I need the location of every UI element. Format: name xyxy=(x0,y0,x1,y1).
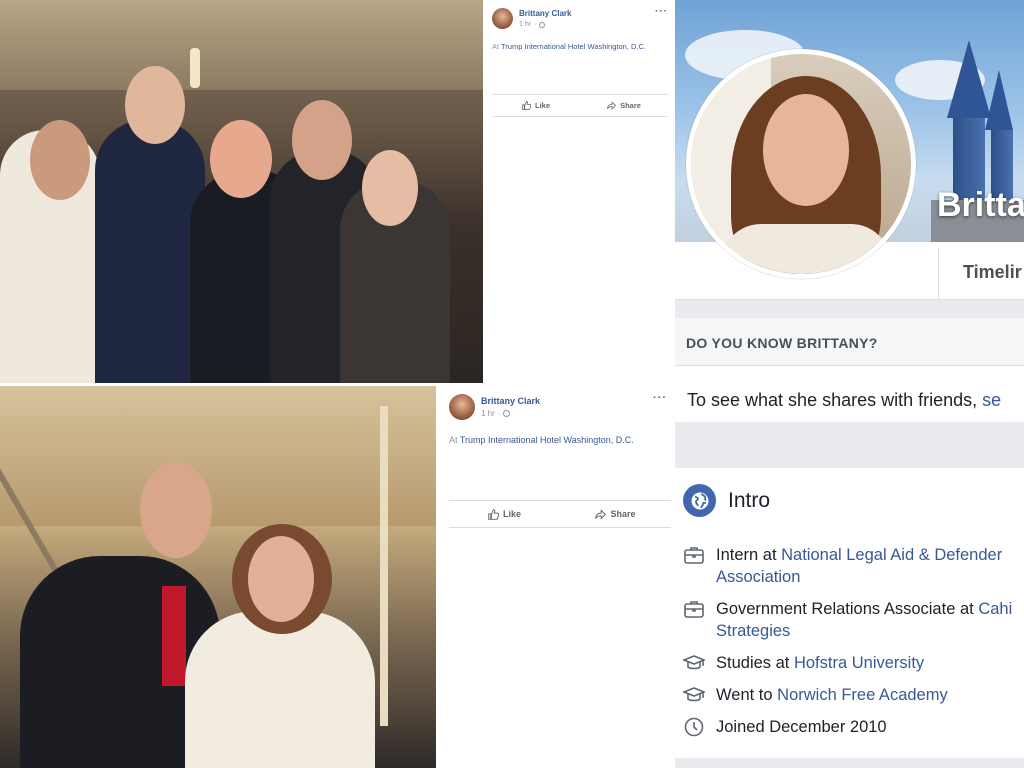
know-title: DO YOU KNOW BRITTANY? xyxy=(686,335,878,351)
atrium-ceiling xyxy=(0,386,436,526)
employer-link[interactable]: Strategies xyxy=(716,622,790,640)
face xyxy=(292,100,352,180)
person-silhouette xyxy=(185,611,375,768)
post-card: Brittany Clark 1 hr · ··· At Trump Inter… xyxy=(484,0,674,384)
intro-text: Government Relations Associate at Cahi S… xyxy=(716,598,1012,642)
joined-date: Joined December 2010 xyxy=(716,718,887,736)
post-location: At Trump International Hotel Washington,… xyxy=(449,435,634,445)
tie xyxy=(162,586,186,686)
intro-item-education: Studies at Hofstra University xyxy=(683,652,924,674)
face xyxy=(140,462,212,558)
know-link[interactable]: se xyxy=(982,390,1001,410)
castle-spire xyxy=(985,70,1013,130)
know-person-box: DO YOU KNOW BRITTANY? To see what she sh… xyxy=(675,318,1024,422)
tab-divider xyxy=(938,248,939,300)
briefcase-icon xyxy=(683,544,705,566)
face xyxy=(763,94,849,206)
like-label: Like xyxy=(534,101,550,110)
share-button[interactable]: Share xyxy=(580,95,668,116)
post-actions: Like Share xyxy=(492,94,668,117)
location-link[interactable]: Trump International Hotel Washington, D.… xyxy=(460,435,634,445)
like-button[interactable]: Like xyxy=(449,501,560,527)
graduation-cap-icon xyxy=(683,684,705,706)
author-avatar[interactable] xyxy=(492,8,513,29)
intro-item-education: Went to Norwich Free Academy xyxy=(683,684,948,706)
employer-link[interactable]: Cahi xyxy=(978,600,1012,618)
like-button[interactable]: Like xyxy=(492,95,580,116)
know-header: DO YOU KNOW BRITTANY? xyxy=(675,318,1024,366)
profile-picture[interactable] xyxy=(686,49,916,279)
share-label: Share xyxy=(620,101,641,110)
employer-link[interactable]: Association xyxy=(716,568,800,586)
post-header: Brittany Clark 1 hr · xyxy=(492,8,571,29)
know-description: To see what she shares with friends, xyxy=(687,390,983,410)
location-prefix: At xyxy=(449,435,460,445)
intro-text: Joined December 2010 xyxy=(716,716,887,738)
more-options-icon[interactable]: ··· xyxy=(653,392,667,404)
post-time[interactable]: 1 hr xyxy=(519,21,531,28)
column xyxy=(380,406,388,726)
intro-card: Intro Intern at National Legal Aid & Def… xyxy=(675,468,1024,758)
globe-icon xyxy=(683,484,716,517)
thumbs-up-icon xyxy=(488,508,499,520)
intro-prefix: Studies at xyxy=(716,654,794,672)
thumbs-up-icon xyxy=(522,101,531,110)
tab-timeline[interactable]: Timelir xyxy=(963,262,1022,283)
post-location: At Trump International Hotel Washington,… xyxy=(492,42,646,51)
globe-icon xyxy=(539,21,546,28)
profile-name[interactable]: Brittar xyxy=(937,186,1024,225)
share-label: Share xyxy=(610,509,636,519)
briefcase-icon xyxy=(683,598,705,620)
face xyxy=(30,120,90,200)
author-name[interactable]: Brittany Clark xyxy=(481,396,540,406)
face xyxy=(210,120,272,198)
location-prefix: At xyxy=(492,42,502,51)
share-button[interactable]: Share xyxy=(560,501,671,527)
school-link[interactable]: Hofstra University xyxy=(794,654,924,672)
globe-icon xyxy=(503,410,511,417)
employer-link[interactable]: National Legal Aid & Defender xyxy=(781,546,1002,564)
share-arrow-icon xyxy=(595,508,607,520)
share-arrow-icon xyxy=(607,101,617,110)
author-avatar[interactable] xyxy=(449,394,475,420)
intro-text: Intern at National Legal Aid & Defender … xyxy=(716,544,1002,588)
like-label: Like xyxy=(502,509,521,519)
profile-photo xyxy=(691,54,911,274)
intro-prefix: Government Relations Associate at xyxy=(716,600,979,618)
intro-title: Intro xyxy=(728,489,771,512)
intro-item-joined: Joined December 2010 xyxy=(683,716,887,738)
post-meta: 1 hr · xyxy=(519,21,571,28)
intro-text: Studies at Hofstra University xyxy=(716,652,924,674)
intro-prefix: Went to xyxy=(716,686,778,704)
sweater xyxy=(721,224,891,274)
post-actions: Like Share xyxy=(449,500,671,528)
person-silhouette xyxy=(95,120,205,383)
school-link[interactable]: Norwich Free Academy xyxy=(777,686,948,704)
lamp xyxy=(190,48,200,88)
couple-photo[interactable] xyxy=(0,386,436,768)
profile-panel: Brittar Timelir DO YOU KNOW BRITTANY? To… xyxy=(675,0,1024,768)
face xyxy=(125,66,185,144)
intro-text: Went to Norwich Free Academy xyxy=(716,684,948,706)
more-options-icon[interactable]: ··· xyxy=(655,6,668,17)
graduation-cap-icon xyxy=(683,652,705,674)
post-card: Brittany Clark 1 hr · ··· At Trump Inter… xyxy=(437,386,673,768)
intro-item-work: Government Relations Associate at Cahi S… xyxy=(683,598,1012,642)
face xyxy=(248,536,314,622)
location-link[interactable]: Trump International Hotel Washington, D.… xyxy=(501,42,646,51)
group-photo[interactable] xyxy=(0,0,483,383)
author-name[interactable]: Brittany Clark xyxy=(519,9,571,18)
post-header: Brittany Clark 1 hr · xyxy=(449,394,540,420)
post-meta: 1 hr · xyxy=(481,409,540,418)
lobby-ceiling xyxy=(0,0,483,90)
post-time[interactable]: 1 hr xyxy=(481,409,495,418)
intro-prefix: Intern at xyxy=(716,546,782,564)
know-text: To see what she shares with friends, se xyxy=(687,390,1001,411)
face xyxy=(362,150,418,226)
clock-icon xyxy=(683,716,705,738)
intro-item-work: Intern at National Legal Aid & Defender … xyxy=(683,544,1002,588)
